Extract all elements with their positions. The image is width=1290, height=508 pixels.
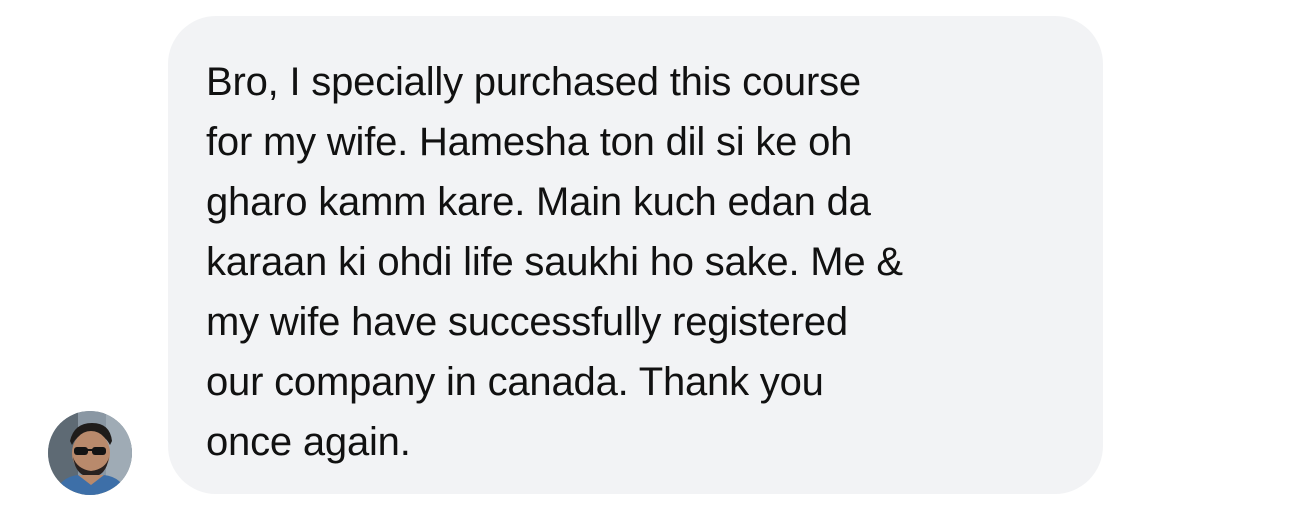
message-bubble[interactable]: Bro, I specially purchased this course f…	[168, 16, 1103, 494]
incoming-message-row: Bro, I specially purchased this course f…	[0, 0, 1290, 508]
message-text: Bro, I specially purchased this course f…	[206, 60, 903, 464]
sender-avatar[interactable]	[48, 411, 132, 495]
avatar-photo-icon	[48, 411, 132, 495]
chat-view: Bro, I specially purchased this course f…	[0, 0, 1290, 508]
